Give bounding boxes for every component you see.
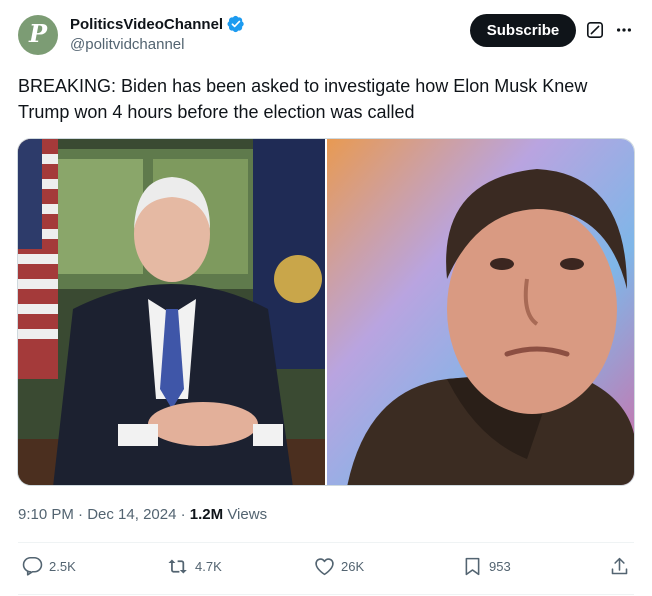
display-name[interactable]: PoliticsVideoChannel xyxy=(70,16,223,33)
handle[interactable]: @politvidchannel xyxy=(70,36,245,53)
views-count: 1.2M xyxy=(189,506,224,523)
photo-elon-musk[interactable] xyxy=(327,139,634,485)
tweet-header: P PoliticsVideoChannel @politvidchannel … xyxy=(18,13,634,57)
like-icon xyxy=(315,558,334,576)
meta-separator: · xyxy=(73,506,88,523)
tweet-date[interactable]: Dec 14, 2024 xyxy=(87,506,176,523)
repost-icon xyxy=(168,559,187,574)
divider xyxy=(18,542,634,543)
reply-button[interactable]: 2.5K xyxy=(22,556,76,577)
tweet-media[interactable] xyxy=(17,138,635,486)
avatar-letter: P xyxy=(28,19,48,48)
bookmark-button[interactable]: 953 xyxy=(462,556,511,577)
repost-count: 4.7K xyxy=(195,559,222,574)
photo-biden-illustration xyxy=(18,139,325,485)
bookmark-count: 953 xyxy=(489,559,511,574)
grok-icon[interactable] xyxy=(586,21,604,39)
share-button[interactable] xyxy=(609,556,630,577)
photo-biden-oval-office[interactable] xyxy=(18,139,325,485)
reply-icon xyxy=(22,556,43,576)
views-label: Views xyxy=(223,506,268,523)
display-name-row[interactable]: PoliticsVideoChannel xyxy=(70,15,245,33)
tweet-text: BREAKING: Biden has been asked to invest… xyxy=(18,76,588,122)
reply-count: 2.5K xyxy=(49,559,76,574)
like-count: 26K xyxy=(341,559,365,574)
meta-separator: · xyxy=(176,506,190,523)
share-icon xyxy=(611,557,628,575)
like-button[interactable]: 26K xyxy=(314,556,364,577)
author-names: PoliticsVideoChannel @politvidchannel xyxy=(70,15,245,53)
tweet-time[interactable]: 9:10 PM xyxy=(18,506,74,523)
photo-musk-illustration xyxy=(327,139,634,485)
repost-button[interactable]: 4.7K xyxy=(168,556,222,577)
subscribe-button[interactable]: Subscribe xyxy=(470,14,576,47)
tweet-meta: 9:10 PM · Dec 14, 2024 · 1.2M Views xyxy=(18,506,267,523)
divider xyxy=(18,594,634,595)
more-icon[interactable] xyxy=(614,21,634,39)
avatar[interactable]: P xyxy=(18,15,58,55)
action-bar: 2.5K 4.7K 26K 953 xyxy=(18,556,634,586)
verified-badge-icon xyxy=(227,15,244,33)
bookmark-icon xyxy=(465,557,480,576)
